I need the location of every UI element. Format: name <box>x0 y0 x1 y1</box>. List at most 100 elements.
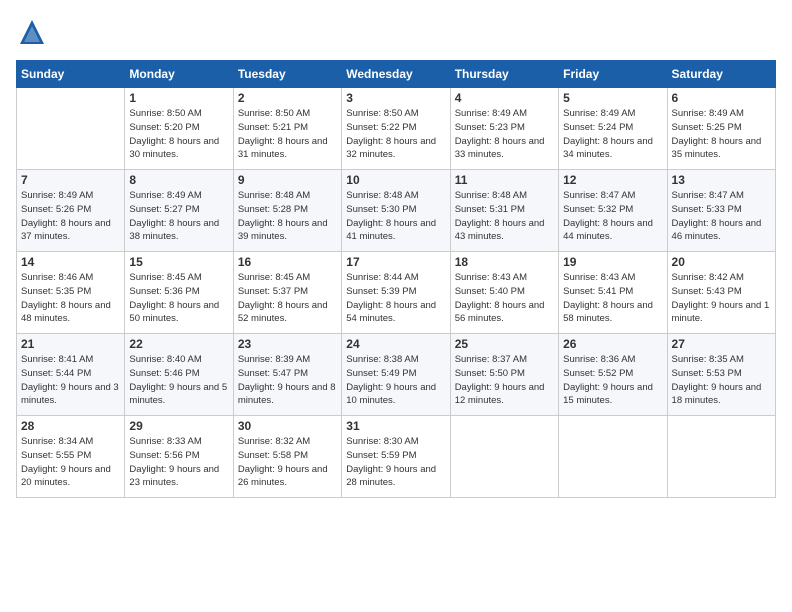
day-info: Sunrise: 8:49 AMSunset: 5:27 PMDaylight:… <box>129 189 228 244</box>
day-number: 24 <box>346 337 445 351</box>
weekday-header-tuesday: Tuesday <box>233 61 341 88</box>
calendar-cell: 19 Sunrise: 8:43 AMSunset: 5:41 PMDaylig… <box>559 252 667 334</box>
calendar-cell: 4 Sunrise: 8:49 AMSunset: 5:23 PMDayligh… <box>450 88 558 170</box>
calendar-cell: 10 Sunrise: 8:48 AMSunset: 5:30 PMDaylig… <box>342 170 450 252</box>
calendar-cell: 23 Sunrise: 8:39 AMSunset: 5:47 PMDaylig… <box>233 334 341 416</box>
calendar-cell: 27 Sunrise: 8:35 AMSunset: 5:53 PMDaylig… <box>667 334 775 416</box>
day-number: 25 <box>455 337 554 351</box>
day-number: 23 <box>238 337 337 351</box>
calendar-cell: 5 Sunrise: 8:49 AMSunset: 5:24 PMDayligh… <box>559 88 667 170</box>
calendar-cell: 9 Sunrise: 8:48 AMSunset: 5:28 PMDayligh… <box>233 170 341 252</box>
calendar-cell: 15 Sunrise: 8:45 AMSunset: 5:36 PMDaylig… <box>125 252 233 334</box>
day-info: Sunrise: 8:49 AMSunset: 5:26 PMDaylight:… <box>21 189 120 244</box>
day-number: 30 <box>238 419 337 433</box>
day-info: Sunrise: 8:50 AMSunset: 5:22 PMDaylight:… <box>346 107 445 162</box>
day-number: 6 <box>672 91 771 105</box>
day-info: Sunrise: 8:47 AMSunset: 5:32 PMDaylight:… <box>563 189 662 244</box>
day-info: Sunrise: 8:37 AMSunset: 5:50 PMDaylight:… <box>455 353 554 408</box>
calendar-cell: 1 Sunrise: 8:50 AMSunset: 5:20 PMDayligh… <box>125 88 233 170</box>
day-number: 2 <box>238 91 337 105</box>
day-number: 17 <box>346 255 445 269</box>
day-info: Sunrise: 8:48 AMSunset: 5:30 PMDaylight:… <box>346 189 445 244</box>
day-info: Sunrise: 8:35 AMSunset: 5:53 PMDaylight:… <box>672 353 771 408</box>
calendar-cell: 20 Sunrise: 8:42 AMSunset: 5:43 PMDaylig… <box>667 252 775 334</box>
day-number: 9 <box>238 173 337 187</box>
day-number: 12 <box>563 173 662 187</box>
calendar-cell: 21 Sunrise: 8:41 AMSunset: 5:44 PMDaylig… <box>17 334 125 416</box>
day-info: Sunrise: 8:36 AMSunset: 5:52 PMDaylight:… <box>563 353 662 408</box>
day-number: 20 <box>672 255 771 269</box>
day-number: 14 <box>21 255 120 269</box>
calendar-cell: 2 Sunrise: 8:50 AMSunset: 5:21 PMDayligh… <box>233 88 341 170</box>
header <box>16 16 776 48</box>
calendar-week-2: 7 Sunrise: 8:49 AMSunset: 5:26 PMDayligh… <box>17 170 776 252</box>
day-info: Sunrise: 8:43 AMSunset: 5:40 PMDaylight:… <box>455 271 554 326</box>
day-number: 19 <box>563 255 662 269</box>
day-number: 27 <box>672 337 771 351</box>
calendar-week-4: 21 Sunrise: 8:41 AMSunset: 5:44 PMDaylig… <box>17 334 776 416</box>
logo <box>16 16 52 48</box>
day-info: Sunrise: 8:39 AMSunset: 5:47 PMDaylight:… <box>238 353 337 408</box>
day-info: Sunrise: 8:40 AMSunset: 5:46 PMDaylight:… <box>129 353 228 408</box>
day-info: Sunrise: 8:30 AMSunset: 5:59 PMDaylight:… <box>346 435 445 490</box>
weekday-header-friday: Friday <box>559 61 667 88</box>
calendar-cell <box>450 416 558 498</box>
calendar-cell: 22 Sunrise: 8:40 AMSunset: 5:46 PMDaylig… <box>125 334 233 416</box>
page-container: SundayMondayTuesdayWednesdayThursdayFrid… <box>0 0 792 506</box>
weekday-header-monday: Monday <box>125 61 233 88</box>
calendar-table: SundayMondayTuesdayWednesdayThursdayFrid… <box>16 60 776 498</box>
day-number: 11 <box>455 173 554 187</box>
calendar-cell: 28 Sunrise: 8:34 AMSunset: 5:55 PMDaylig… <box>17 416 125 498</box>
calendar-cell <box>667 416 775 498</box>
day-number: 10 <box>346 173 445 187</box>
day-info: Sunrise: 8:48 AMSunset: 5:28 PMDaylight:… <box>238 189 337 244</box>
day-number: 28 <box>21 419 120 433</box>
day-info: Sunrise: 8:49 AMSunset: 5:25 PMDaylight:… <box>672 107 771 162</box>
day-number: 13 <box>672 173 771 187</box>
day-number: 26 <box>563 337 662 351</box>
weekday-header-saturday: Saturday <box>667 61 775 88</box>
calendar-cell: 6 Sunrise: 8:49 AMSunset: 5:25 PMDayligh… <box>667 88 775 170</box>
day-info: Sunrise: 8:50 AMSunset: 5:20 PMDaylight:… <box>129 107 228 162</box>
day-info: Sunrise: 8:32 AMSunset: 5:58 PMDaylight:… <box>238 435 337 490</box>
calendar-cell: 14 Sunrise: 8:46 AMSunset: 5:35 PMDaylig… <box>17 252 125 334</box>
day-info: Sunrise: 8:49 AMSunset: 5:24 PMDaylight:… <box>563 107 662 162</box>
weekday-header-wednesday: Wednesday <box>342 61 450 88</box>
day-info: Sunrise: 8:50 AMSunset: 5:21 PMDaylight:… <box>238 107 337 162</box>
day-info: Sunrise: 8:48 AMSunset: 5:31 PMDaylight:… <box>455 189 554 244</box>
day-number: 3 <box>346 91 445 105</box>
calendar-cell: 12 Sunrise: 8:47 AMSunset: 5:32 PMDaylig… <box>559 170 667 252</box>
weekday-header-thursday: Thursday <box>450 61 558 88</box>
day-info: Sunrise: 8:45 AMSunset: 5:36 PMDaylight:… <box>129 271 228 326</box>
calendar-cell: 18 Sunrise: 8:43 AMSunset: 5:40 PMDaylig… <box>450 252 558 334</box>
day-number: 21 <box>21 337 120 351</box>
calendar-cell <box>559 416 667 498</box>
day-info: Sunrise: 8:42 AMSunset: 5:43 PMDaylight:… <box>672 271 771 326</box>
day-info: Sunrise: 8:45 AMSunset: 5:37 PMDaylight:… <box>238 271 337 326</box>
calendar-week-5: 28 Sunrise: 8:34 AMSunset: 5:55 PMDaylig… <box>17 416 776 498</box>
day-info: Sunrise: 8:41 AMSunset: 5:44 PMDaylight:… <box>21 353 120 408</box>
day-info: Sunrise: 8:34 AMSunset: 5:55 PMDaylight:… <box>21 435 120 490</box>
day-info: Sunrise: 8:46 AMSunset: 5:35 PMDaylight:… <box>21 271 120 326</box>
day-number: 4 <box>455 91 554 105</box>
day-number: 1 <box>129 91 228 105</box>
calendar-cell: 24 Sunrise: 8:38 AMSunset: 5:49 PMDaylig… <box>342 334 450 416</box>
day-number: 16 <box>238 255 337 269</box>
calendar-cell: 3 Sunrise: 8:50 AMSunset: 5:22 PMDayligh… <box>342 88 450 170</box>
calendar-week-3: 14 Sunrise: 8:46 AMSunset: 5:35 PMDaylig… <box>17 252 776 334</box>
calendar-cell: 7 Sunrise: 8:49 AMSunset: 5:26 PMDayligh… <box>17 170 125 252</box>
calendar-cell: 30 Sunrise: 8:32 AMSunset: 5:58 PMDaylig… <box>233 416 341 498</box>
calendar-cell: 17 Sunrise: 8:44 AMSunset: 5:39 PMDaylig… <box>342 252 450 334</box>
calendar-cell: 16 Sunrise: 8:45 AMSunset: 5:37 PMDaylig… <box>233 252 341 334</box>
calendar-cell: 26 Sunrise: 8:36 AMSunset: 5:52 PMDaylig… <box>559 334 667 416</box>
calendar-cell <box>17 88 125 170</box>
day-number: 22 <box>129 337 228 351</box>
calendar-cell: 29 Sunrise: 8:33 AMSunset: 5:56 PMDaylig… <box>125 416 233 498</box>
header-row: SundayMondayTuesdayWednesdayThursdayFrid… <box>17 61 776 88</box>
day-number: 29 <box>129 419 228 433</box>
calendar-cell: 8 Sunrise: 8:49 AMSunset: 5:27 PMDayligh… <box>125 170 233 252</box>
calendar-cell: 11 Sunrise: 8:48 AMSunset: 5:31 PMDaylig… <box>450 170 558 252</box>
day-number: 15 <box>129 255 228 269</box>
day-info: Sunrise: 8:38 AMSunset: 5:49 PMDaylight:… <box>346 353 445 408</box>
logo-icon <box>16 16 48 48</box>
